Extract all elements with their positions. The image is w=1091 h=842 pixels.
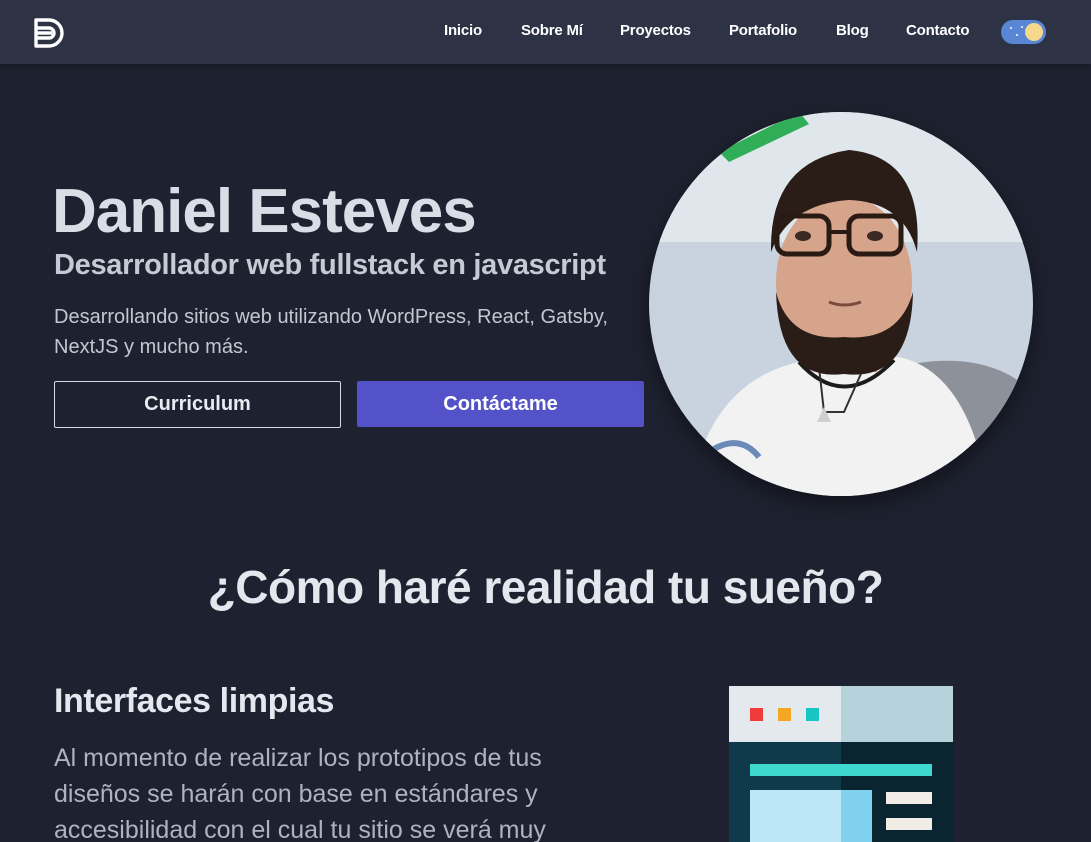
profile-photo [649,112,1033,496]
nav-link-blog[interactable]: Blog [836,22,869,39]
hero-name: Daniel Esteves [52,177,477,246]
moon-icon [1025,23,1043,41]
star-icon [1010,27,1012,29]
feature-text: Al momento de realizar los prototipos de… [54,744,546,842]
theme-toggle[interactable] [1001,20,1046,44]
nav-link-proyectos[interactable]: Proyectos [620,22,691,39]
hero-description: Desarrollando sitios web utilizando Word… [54,306,608,358]
feature-title: Interfaces limpias [54,682,335,720]
navbar: Inicio Sobre Mí Proyectos Portafolio Blo… [0,0,1091,64]
star-icon [1021,26,1023,28]
nav-link-portafolio[interactable]: Portafolio [729,22,797,39]
nav-menu: Inicio Sobre Mí Proyectos Portafolio Blo… [0,0,1091,64]
nav-link-contacto[interactable]: Contacto [906,22,970,39]
contact-button[interactable]: Contáctame [357,381,644,427]
browser-window-illustration [729,686,953,842]
nav-link-sobre-mi[interactable]: Sobre Mí [521,22,583,39]
nav-link-inicio[interactable]: Inicio [444,22,482,39]
curriculum-button[interactable]: Curriculum [54,381,341,428]
section-title: ¿Cómo haré realidad tu sueño? [207,561,884,613]
star-icon [1016,34,1018,36]
hero-role: Desarrollador web fullstack en javascrip… [54,249,606,281]
profile-photo-illustration [649,112,1033,496]
